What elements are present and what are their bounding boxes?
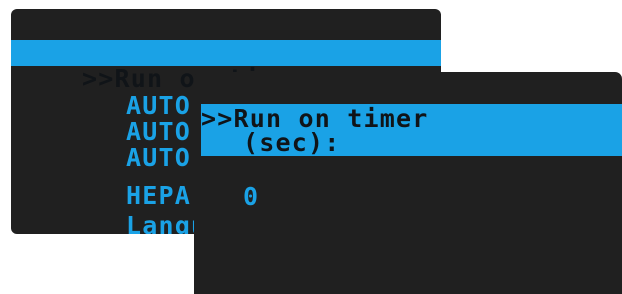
menu-item-run-on-timer[interactable]: >>Run on timer [11, 40, 441, 92]
timer-unit-label: (sec): [243, 128, 341, 157]
timer-title-bar: >>Run on timer (sec): [201, 104, 622, 156]
timer-value[interactable]: 0 [243, 184, 258, 210]
timer-screen: >>Run on timer (sec): 0 [194, 72, 622, 294]
